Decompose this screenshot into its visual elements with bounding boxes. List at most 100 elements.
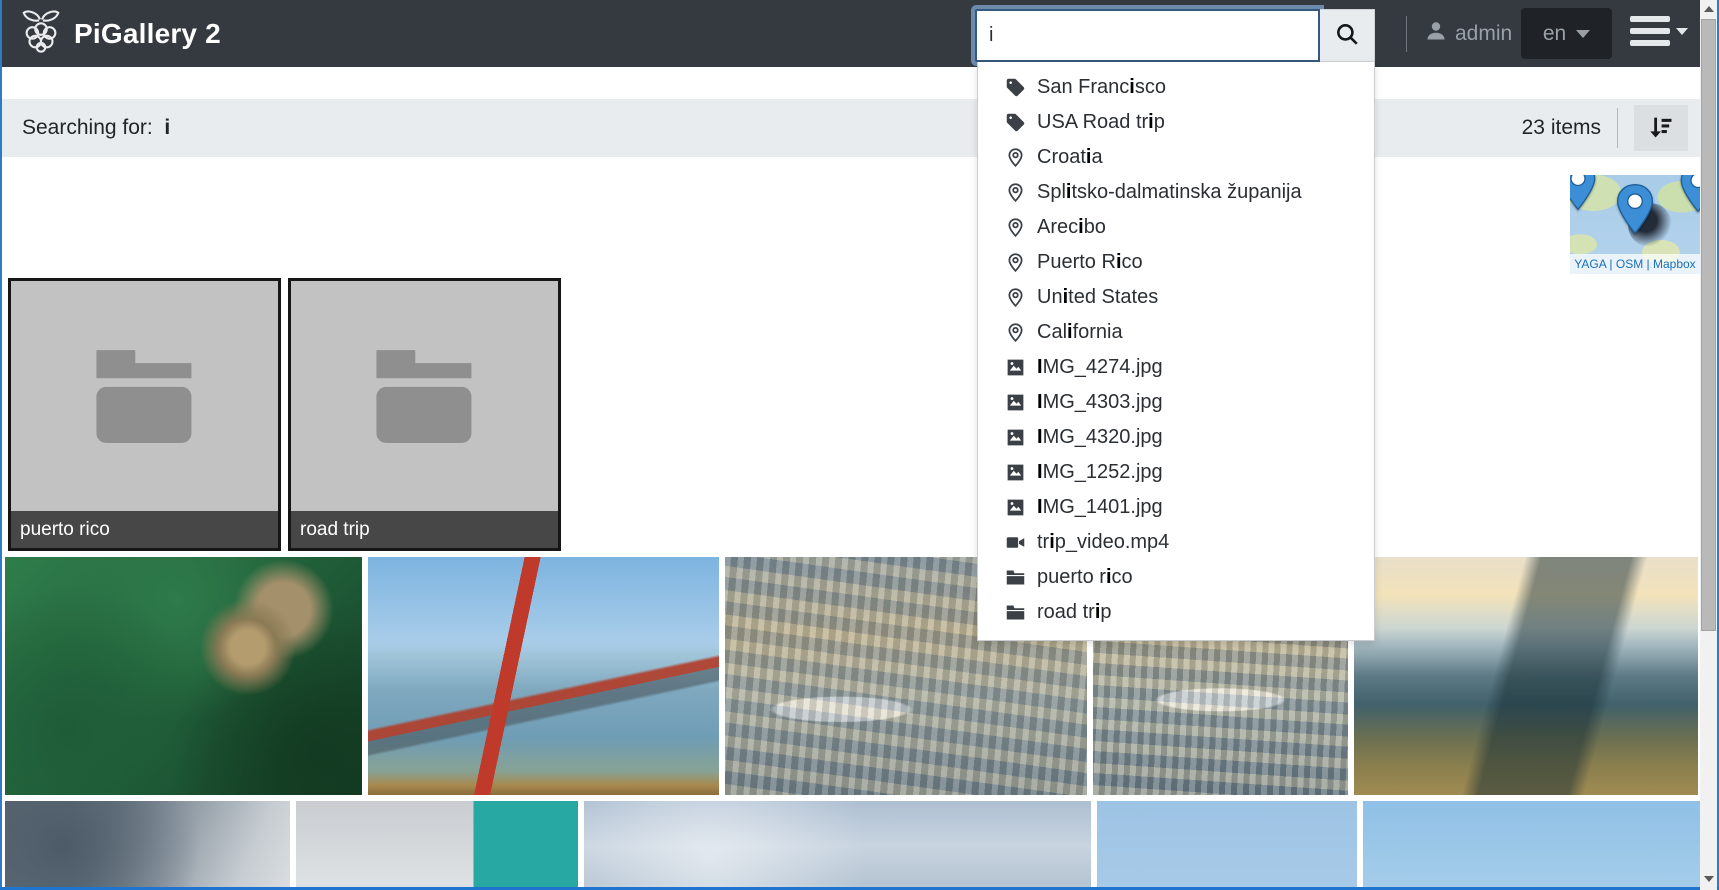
suggestion-item[interactable]: Puerto Rico <box>978 245 1374 280</box>
scroll-up-icon[interactable] <box>1700 0 1717 17</box>
suggestion-item[interactable]: trip_video.mp4 <box>978 525 1374 560</box>
search-icon <box>1334 21 1360 50</box>
status-divider <box>1617 108 1618 148</box>
language-selector[interactable]: en <box>1521 8 1612 59</box>
sort-button[interactable] <box>1634 105 1688 151</box>
suggestion-item[interactable]: Croatia <box>978 140 1374 175</box>
user-name: admin <box>1455 22 1512 46</box>
photo-thumbnail-teal-rooftop-clouds[interactable] <box>296 801 578 890</box>
suggestion-text: IMG_4274.jpg <box>1037 356 1163 379</box>
map-pin-icon <box>1614 183 1656 240</box>
suggestion-text: IMG_4320.jpg <box>1037 426 1163 449</box>
location-icon <box>1004 252 1026 274</box>
scrollbar-thumb[interactable] <box>1701 19 1716 631</box>
chevron-down-icon <box>1576 30 1590 38</box>
image-icon <box>1004 497 1026 519</box>
suggestion-item[interactable]: IMG_1401.jpg <box>978 490 1374 525</box>
pigallery-app: PiGallery 2 admin en <box>0 0 1719 890</box>
suggestion-item[interactable]: IMG_4274.jpg <box>978 350 1374 385</box>
photo-thumbnail-squirrel-in-ivy[interactable] <box>5 557 362 795</box>
location-icon <box>1004 322 1026 344</box>
location-icon <box>1004 182 1026 204</box>
suggestion-item[interactable]: Splitsko-dalmatinska županija <box>978 175 1374 210</box>
suggestion-text: San Francisco <box>1037 76 1166 99</box>
location-icon <box>1004 147 1026 169</box>
image-icon <box>1004 357 1026 379</box>
search-query: i <box>164 116 170 139</box>
tag-icon <box>1004 77 1026 99</box>
suggestion-text: California <box>1037 321 1123 344</box>
map-pin-icon <box>1678 175 1700 218</box>
top-navbar: PiGallery 2 admin en <box>0 0 1702 67</box>
suggestion-text: road trip <box>1037 601 1112 624</box>
vertical-scrollbar[interactable] <box>1700 0 1717 890</box>
navbar-divider <box>1406 16 1407 52</box>
folder-name: road trip <box>291 511 558 548</box>
photo-row <box>5 801 1703 890</box>
suggestion-text: Puerto Rico <box>1037 251 1143 274</box>
search-status-bar: Searching for: i 23 items <box>0 99 1700 157</box>
suggestion-text: Arecibo <box>1037 216 1106 239</box>
map-preview[interactable]: YAGA | OSM | Mapbox <box>1570 175 1700 274</box>
image-icon <box>1004 462 1026 484</box>
photo-row <box>5 557 1698 795</box>
suggestion-item[interactable]: USA Road trip <box>978 105 1374 140</box>
photo-thumbnail-mountain-ridge-sunrise[interactable] <box>1354 557 1698 795</box>
location-icon <box>1004 217 1026 239</box>
folder-icon <box>1004 602 1026 624</box>
suggestion-item[interactable]: IMG_4303.jpg <box>978 385 1374 420</box>
main-menu-button[interactable] <box>1630 16 1688 46</box>
photo-thumbnail-calm-sea-sky[interactable] <box>1097 801 1357 890</box>
window-border <box>0 0 2 890</box>
suggestion-text: trip_video.mp4 <box>1037 531 1169 554</box>
hamburger-icon <box>1630 16 1670 46</box>
brand[interactable]: PiGallery 2 <box>18 8 221 59</box>
search-suggestions: San Francisco USA Road trip Croatia Splitsk… <box>977 62 1375 641</box>
suggestion-text: puerto rico <box>1037 566 1133 589</box>
item-count: 23 items <box>1522 116 1601 140</box>
folder-icon <box>365 342 485 455</box>
search-input[interactable] <box>975 9 1320 62</box>
raspberry-pi-logo-icon <box>18 8 64 59</box>
suggestion-item[interactable]: road trip <box>978 595 1374 630</box>
user-icon <box>1424 19 1448 49</box>
suggestion-text: Splitsko-dalmatinska županija <box>1037 181 1302 204</box>
suggestion-text: IMG_1401.jpg <box>1037 496 1163 519</box>
photo-thumbnail-golden-gate-bridge[interactable] <box>368 557 719 795</box>
folder-grid: puerto rico road trip <box>8 278 561 551</box>
folder-icon <box>1004 567 1026 589</box>
scroll-down-icon[interactable] <box>1700 870 1717 887</box>
suggestion-item[interactable]: Arecibo <box>978 210 1374 245</box>
suggestion-item[interactable]: IMG_4320.jpg <box>978 420 1374 455</box>
chevron-down-icon <box>1676 28 1688 35</box>
map-attribution: YAGA | OSM | Mapbox <box>1570 254 1700 274</box>
folder-tile[interactable]: road trip <box>288 278 561 551</box>
suggestion-text: IMG_4303.jpg <box>1037 391 1163 414</box>
tag-icon <box>1004 112 1026 134</box>
photo-thumbnail-storm-clouds[interactable] <box>5 801 290 890</box>
image-icon <box>1004 392 1026 414</box>
searching-for-label: Searching for: i <box>22 116 170 140</box>
image-icon <box>1004 427 1026 449</box>
app-title: PiGallery 2 <box>74 18 221 50</box>
search-button[interactable] <box>1320 9 1375 62</box>
location-icon <box>1004 287 1026 309</box>
folder-name: puerto rico <box>11 511 278 548</box>
suggestion-item[interactable]: puerto rico <box>978 560 1374 595</box>
folder-icon <box>85 342 205 455</box>
photo-thumbnail-cloud-panorama[interactable] <box>584 801 1091 890</box>
user-menu[interactable]: admin <box>1424 0 1512 67</box>
suggestion-item[interactable]: California <box>978 315 1374 350</box>
folder-tile[interactable]: puerto rico <box>8 278 281 551</box>
suggestion-item[interactable]: IMG_1252.jpg <box>978 455 1374 490</box>
suggestion-item[interactable]: United States <box>978 280 1374 315</box>
suggestion-text: United States <box>1037 286 1158 309</box>
suggestion-text: USA Road trip <box>1037 111 1165 134</box>
suggestion-item[interactable]: San Francisco <box>978 70 1374 105</box>
map-pin-icon <box>1570 175 1598 216</box>
sort-amount-down-icon <box>1647 113 1675 144</box>
photo-thumbnail-coastal-city-dome[interactable] <box>1363 801 1703 890</box>
language-code: en <box>1543 22 1566 46</box>
suggestion-text: IMG_1252.jpg <box>1037 461 1163 484</box>
search-form <box>975 9 1375 62</box>
